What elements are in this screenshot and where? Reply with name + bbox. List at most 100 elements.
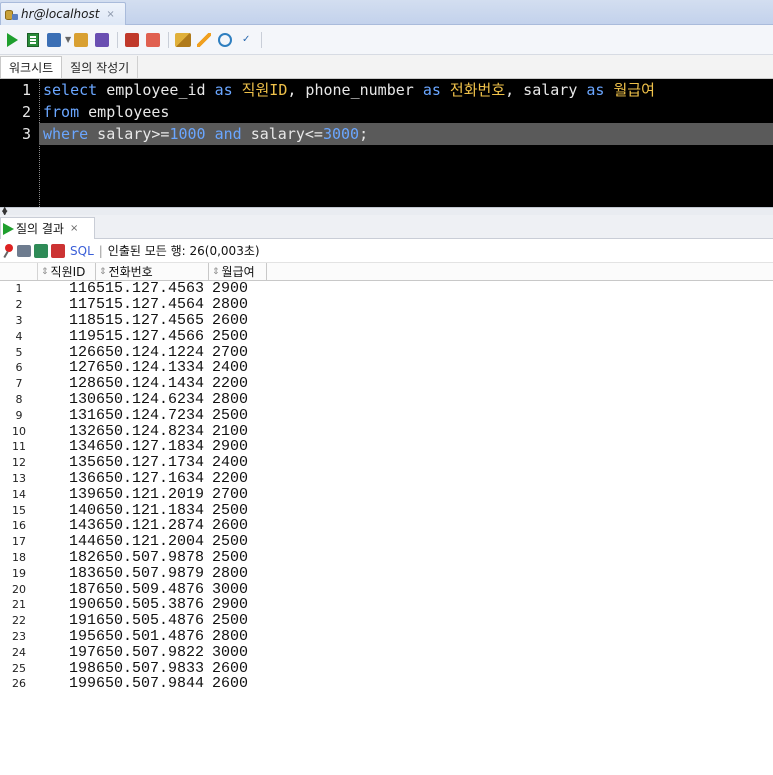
autotrace-button[interactable] <box>143 30 163 50</box>
cell-employee-id[interactable]: 143 <box>38 518 96 533</box>
cell-salary[interactable]: 2900 <box>209 281 267 296</box>
refresh-icon[interactable] <box>34 243 48 258</box>
history-button[interactable] <box>215 30 235 50</box>
cell-employee-id[interactable]: 126 <box>38 345 96 360</box>
cell-salary[interactable]: 2600 <box>209 313 267 328</box>
table-row[interactable]: 3 118 515.127.4565 2600 <box>0 313 773 329</box>
cell-salary[interactable]: 2500 <box>209 534 267 549</box>
cell-employee-id[interactable]: 139 <box>38 487 96 502</box>
cell-salary[interactable]: 2500 <box>209 329 267 344</box>
cell-salary[interactable]: 2800 <box>209 392 267 407</box>
cell-phone-number[interactable]: 650.124.1224 <box>96 345 209 360</box>
cell-employee-id[interactable]: 197 <box>38 645 96 660</box>
code-line[interactable]: from employees <box>43 101 773 123</box>
cancel-icon[interactable] <box>51 243 65 258</box>
cell-salary[interactable]: 2800 <box>209 566 267 581</box>
cell-phone-number[interactable]: 650.505.4876 <box>96 613 209 628</box>
cell-employee-id[interactable]: 131 <box>38 408 96 423</box>
table-row[interactable]: 6 127 650.124.1334 2400 <box>0 360 773 376</box>
table-row[interactable]: 10 132 650.124.8234 2100 <box>0 423 773 439</box>
cell-phone-number[interactable]: 650.124.6234 <box>96 392 209 407</box>
table-row[interactable]: 8 130 650.124.6234 2800 <box>0 392 773 408</box>
cell-phone-number[interactable]: 650.124.7234 <box>96 408 209 423</box>
cell-employee-id[interactable]: 135 <box>38 455 96 470</box>
code-line-current[interactable]: where salary>=1000 and salary<=3000; <box>39 123 773 145</box>
cell-salary[interactable]: 2400 <box>209 360 267 375</box>
table-row[interactable]: 4 119 515.127.4566 2500 <box>0 328 773 344</box>
cell-phone-number[interactable]: 650.127.1734 <box>96 455 209 470</box>
cell-salary[interactable]: 2400 <box>209 455 267 470</box>
table-row[interactable]: 7 128 650.124.1434 2200 <box>0 376 773 392</box>
cell-employee-id[interactable]: 136 <box>38 471 96 486</box>
cell-employee-id[interactable]: 187 <box>38 582 96 597</box>
cell-phone-number[interactable]: 650.507.9879 <box>96 566 209 581</box>
cell-phone-number[interactable]: 650.505.3876 <box>96 597 209 612</box>
cell-employee-id[interactable]: 199 <box>38 676 96 691</box>
cell-phone-number[interactable]: 650.507.9822 <box>96 645 209 660</box>
code-area[interactable]: select employee_id as 직원ID, phone_number… <box>39 79 773 145</box>
cell-employee-id[interactable]: 195 <box>38 629 96 644</box>
cell-phone-number[interactable]: 650.124.8234 <box>96 424 209 439</box>
table-row[interactable]: 1 116 515.127.4563 2900 <box>0 281 773 297</box>
cell-phone-number[interactable]: 650.507.9844 <box>96 676 209 691</box>
sql-editor[interactable]: 1 2 3 select employee_id as 직원ID, phone_… <box>0 79 773 207</box>
cell-employee-id[interactable]: 130 <box>38 392 96 407</box>
pin-icon[interactable] <box>2 243 14 258</box>
run-script-button[interactable] <box>23 30 43 50</box>
table-row[interactable]: 22 191 650.505.4876 2500 <box>0 613 773 629</box>
cell-phone-number[interactable]: 650.507.9833 <box>96 661 209 676</box>
table-row[interactable]: 5 126 650.124.1224 2700 <box>0 344 773 360</box>
cell-employee-id[interactable]: 140 <box>38 503 96 518</box>
cell-phone-number[interactable]: 650.501.4876 <box>96 629 209 644</box>
cell-salary[interactable]: 2200 <box>209 376 267 391</box>
cell-salary[interactable]: 2500 <box>209 613 267 628</box>
cell-phone-number[interactable]: 650.124.1434 <box>96 376 209 391</box>
tab-worksheet[interactable]: 워크시트 <box>0 56 63 78</box>
clear-button[interactable] <box>173 30 193 50</box>
commit-button[interactable] <box>44 30 64 50</box>
cell-employee-id[interactable]: 127 <box>38 360 96 375</box>
tuning-button[interactable] <box>92 30 112 50</box>
table-row[interactable]: 15 140 650.121.1834 2500 <box>0 502 773 518</box>
table-row[interactable]: 21 190 650.505.3876 2900 <box>0 597 773 613</box>
cell-phone-number[interactable]: 650.127.1834 <box>96 439 209 454</box>
cell-phone-number[interactable]: 515.127.4565 <box>96 313 209 328</box>
rollback-button[interactable] <box>71 30 91 50</box>
cell-phone-number[interactable]: 515.127.4564 <box>96 297 209 312</box>
sql-button[interactable]: SQL <box>70 244 94 258</box>
spell-button[interactable]: ✓ <box>236 30 256 50</box>
cell-salary[interactable]: 2700 <box>209 487 267 502</box>
table-row[interactable]: 20 187 650.509.4876 3000 <box>0 581 773 597</box>
cell-employee-id[interactable]: 117 <box>38 297 96 312</box>
table-row[interactable]: 18 182 650.507.9878 2500 <box>0 550 773 566</box>
table-row[interactable]: 25 198 650.507.9833 2600 <box>0 660 773 676</box>
cell-salary[interactable]: 2500 <box>209 550 267 565</box>
cell-phone-number[interactable]: 515.127.4566 <box>96 329 209 344</box>
cell-employee-id[interactable]: 132 <box>38 424 96 439</box>
cell-phone-number[interactable]: 650.509.4876 <box>96 582 209 597</box>
table-row[interactable]: 2 117 515.127.4564 2800 <box>0 297 773 313</box>
cell-employee-id[interactable]: 134 <box>38 439 96 454</box>
splitter-arrows-icon[interactable]: ▲ ▼ <box>2 206 7 217</box>
table-row[interactable]: 17 144 650.121.2004 2500 <box>0 534 773 550</box>
cell-salary[interactable]: 2600 <box>209 518 267 533</box>
cell-employee-id[interactable]: 183 <box>38 566 96 581</box>
explain-plan-button[interactable] <box>122 30 142 50</box>
cell-salary[interactable]: 2600 <box>209 661 267 676</box>
cell-phone-number[interactable]: 650.121.1834 <box>96 503 209 518</box>
cell-employee-id[interactable]: 182 <box>38 550 96 565</box>
cell-phone-number[interactable]: 650.127.1634 <box>96 471 209 486</box>
cell-phone-number[interactable]: 650.121.2004 <box>96 534 209 549</box>
cell-phone-number[interactable]: 650.121.2019 <box>96 487 209 502</box>
cell-salary[interactable]: 2500 <box>209 408 267 423</box>
column-header-employee-id[interactable]: ⇕ 직원ID <box>38 263 96 280</box>
column-header-salary[interactable]: ⇕ 월급여 <box>209 263 267 280</box>
run-statement-button[interactable] <box>2 30 22 50</box>
cell-employee-id[interactable]: 144 <box>38 534 96 549</box>
pane-splitter[interactable]: ▲ ▼ <box>0 206 773 217</box>
tab-query-builder[interactable]: 질의 작성기 <box>62 56 139 78</box>
results-grid[interactable]: ⇕ 직원ID ⇕ 전화번호 ⇕ 월급여 1 116 515.127.4563 2900 2 11… <box>0 263 773 692</box>
cell-phone-number[interactable]: 515.127.4563 <box>96 281 209 296</box>
table-row[interactable]: 19 183 650.507.9879 2800 <box>0 565 773 581</box>
close-icon[interactable]: × <box>106 9 114 20</box>
